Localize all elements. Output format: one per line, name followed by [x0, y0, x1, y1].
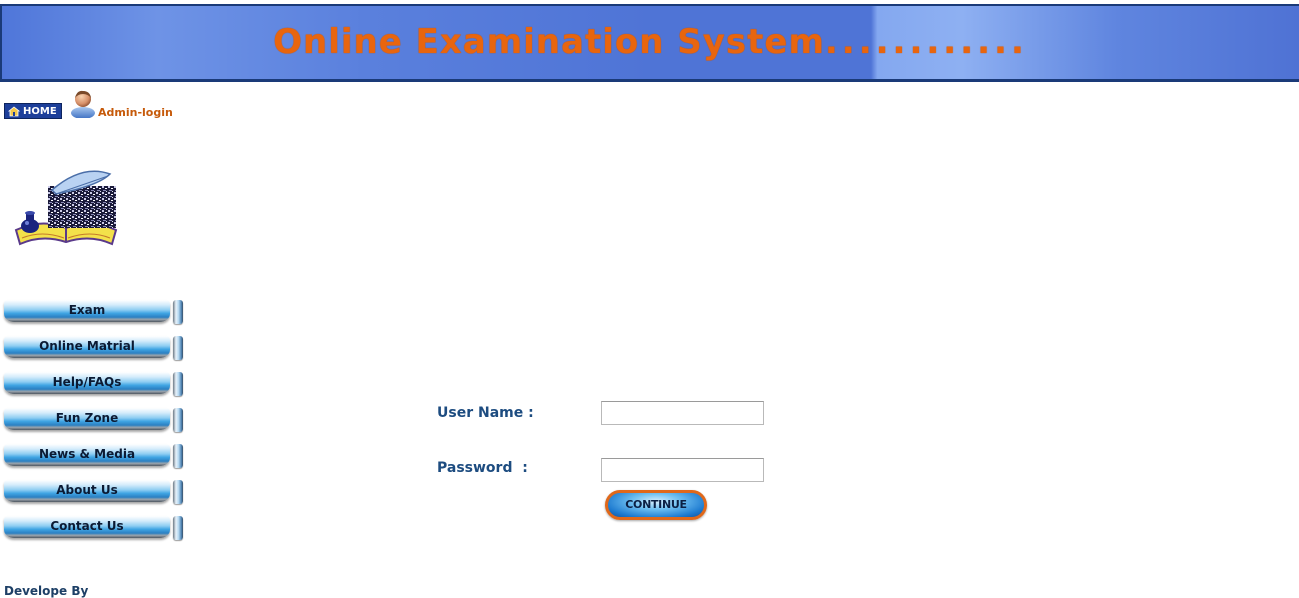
sidebar-item-help-faqs[interactable]: Help/FAQs [4, 370, 184, 398]
home-button[interactable]: HOME [4, 103, 62, 119]
page-title-dots: ............ [824, 22, 1028, 62]
sidebar-item-fun-zone[interactable]: Fun Zone [4, 406, 184, 434]
sidebar-item-label: Online Matrial [4, 336, 170, 358]
password-input[interactable] [601, 458, 764, 482]
sidebar-item-exam[interactable]: Exam [4, 298, 184, 326]
menu-tab-handle [173, 372, 183, 396]
sidebar-item-label: News & Media [4, 444, 170, 466]
username-label: User Name : [437, 405, 534, 421]
sidebar-item-label: About Us [4, 480, 170, 502]
sidebar-item-label: Contact Us [4, 516, 170, 538]
footer-developer-credit: Develope By [4, 584, 89, 598]
sidebar-menu: Exam Online Matrial Help/FAQs Fun Zone N… [4, 298, 184, 550]
menu-tab-handle [173, 300, 183, 324]
sidebar-item-label: Exam [4, 300, 170, 322]
menu-tab-handle [173, 480, 183, 504]
sidebar-item-contact-us[interactable]: Contact Us [4, 514, 184, 542]
admin-login-link[interactable]: Admin-login [98, 106, 173, 119]
continue-button[interactable]: CONTINUE [605, 490, 707, 520]
username-input[interactable] [601, 401, 764, 425]
sidebar-item-label: Help/FAQs [4, 372, 170, 394]
sidebar-item-about-us[interactable]: About Us [4, 478, 184, 506]
book-and-quill-icon [14, 170, 118, 246]
home-button-label: HOME [23, 106, 57, 117]
home-icon [8, 106, 20, 117]
password-label: Password : [437, 460, 528, 476]
page-title: Online Examination System............ [2, 22, 1299, 62]
sidebar-item-online-material[interactable]: Online Matrial [4, 334, 184, 362]
sidebar-item-news-media[interactable]: News & Media [4, 442, 184, 470]
header-banner: Online Examination System............ [0, 4, 1299, 82]
user-icon[interactable] [68, 88, 98, 118]
menu-tab-handle [173, 336, 183, 360]
sidebar-item-label: Fun Zone [4, 408, 170, 430]
menu-tab-handle [173, 408, 183, 432]
menu-tab-handle [173, 516, 183, 540]
page-title-text: Online Examination System [273, 22, 825, 62]
menu-tab-handle [173, 444, 183, 468]
